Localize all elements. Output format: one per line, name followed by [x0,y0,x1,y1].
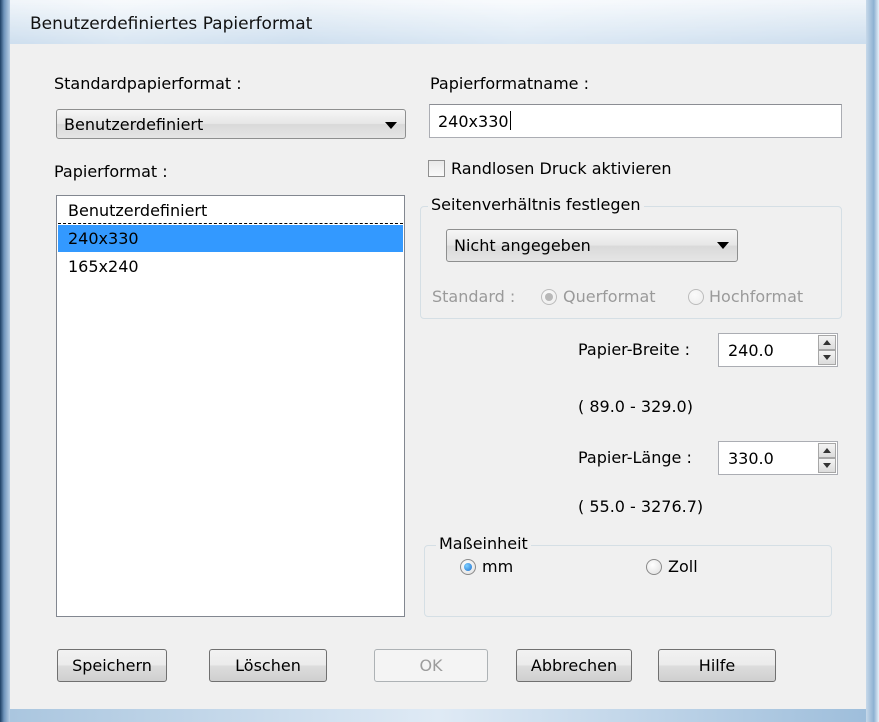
paper-width-stepper[interactable]: 240.0 [718,333,838,367]
unit-mm-label: mm [482,557,514,576]
text-caret [509,111,511,130]
paper-format-name-value: 240x330 [438,112,509,131]
arrow-up-icon [823,448,831,453]
arrow-down-icon [823,355,831,360]
help-button[interactable]: Hilfe [658,649,776,682]
paper-width-label: Papier-Breite : [578,340,691,359]
list-item[interactable]: Benutzerdefiniert [58,197,403,224]
increment-button[interactable] [818,335,836,350]
paper-format-list-label: Papierformat : [54,162,168,181]
paper-format-name-input[interactable]: 240x330 [429,104,842,138]
paper-width-spin-buttons [818,335,836,365]
orientation-standard-label: Standard : [432,287,516,306]
portrait-radio[interactable] [688,289,704,305]
cancel-button[interactable]: Abbrechen [516,649,632,682]
paper-length-label: Papier-Länge : [578,448,692,467]
window-frame-bottom [10,709,866,722]
arrow-up-icon [823,340,831,345]
paper-length-stepper[interactable]: 330.0 [718,441,838,475]
unit-group [424,545,832,617]
decrement-button[interactable] [818,458,836,473]
custom-paper-size-dialog: Standardpapierformat : Benutzerdefiniert… [10,44,866,709]
list-item[interactable]: 165x240 [58,253,403,280]
landscape-label: Querformat [563,287,656,306]
unit-mm-radio[interactable] [460,559,476,575]
paper-width-range: ( 89.0 - 329.0) [578,397,693,416]
standard-paper-format-dropdown[interactable]: Benutzerdefiniert [56,109,406,139]
radio-selected-dot [545,293,553,301]
ok-button[interactable]: OK [374,649,488,682]
aspect-ratio-dropdown[interactable]: Nicht angegeben [446,229,738,262]
borderless-print-label[interactable]: Randlosen Druck aktivieren [451,159,671,178]
arrow-down-icon [823,463,831,468]
increment-button[interactable] [818,443,836,458]
chevron-down-icon [385,122,397,129]
window-frame-right [866,0,879,722]
portrait-label: Hochformat [709,287,804,306]
aspect-ratio-group-title: Seitenverhältnis festlegen [428,195,644,214]
title-bar[interactable]: Benutzerdefiniertes Papierformat [10,0,866,45]
paper-length-spin-buttons [818,443,836,473]
paper-length-range: ( 55.0 - 3276.7) [578,497,704,516]
window-frame-left [0,0,10,722]
unit-inch-label: Zoll [668,557,698,576]
radio-selected-dot [464,563,472,571]
landscape-radio[interactable] [541,289,557,305]
chevron-down-icon [717,242,729,249]
paper-format-listbox[interactable]: Benutzerdefiniert 240x330 165x240 [56,195,405,617]
delete-button[interactable]: Löschen [209,649,327,682]
decrement-button[interactable] [818,350,836,365]
borderless-print-checkbox[interactable] [428,160,445,177]
aspect-ratio-value: Nicht angegeben [454,236,591,255]
window-title: Benutzerdefiniertes Papierformat [30,14,313,34]
unit-group-title: Maßeinheit [436,534,531,553]
save-button[interactable]: Speichern [57,649,167,682]
standard-paper-format-label: Standardpapierformat : [54,74,242,93]
paper-format-name-label: Papierformatname : [430,74,589,93]
list-item[interactable]: 240x330 [58,225,403,252]
unit-inch-radio[interactable] [646,559,662,575]
standard-paper-format-value: Benutzerdefiniert [64,115,204,134]
paper-length-value: 330.0 [728,449,774,468]
paper-width-value: 240.0 [728,341,774,360]
